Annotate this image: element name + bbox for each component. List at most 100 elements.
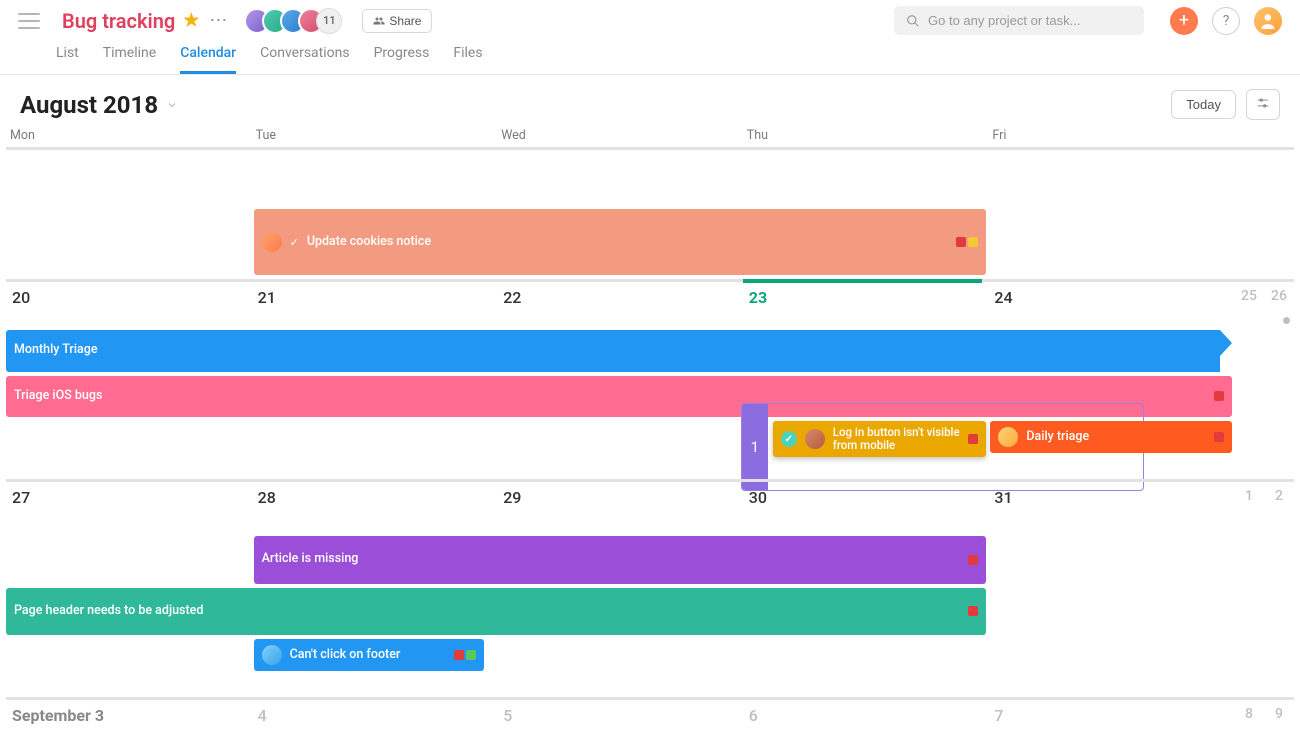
event-monthly-triage[interactable]: Monthly Triage bbox=[6, 330, 1220, 372]
day-cell-weekend[interactable]: 1 bbox=[1234, 479, 1264, 534]
tab-calendar[interactable]: Calendar bbox=[180, 45, 236, 74]
project-title: Bug tracking ★ bbox=[62, 9, 199, 33]
today-button[interactable]: Today bbox=[1171, 90, 1236, 119]
day-cell-weekend[interactable]: 9 bbox=[1264, 697, 1294, 737]
menu-icon[interactable] bbox=[18, 13, 40, 29]
today-indicator bbox=[743, 279, 983, 283]
dow-fri: Fri bbox=[988, 128, 1234, 147]
global-add-button[interactable]: + bbox=[1170, 7, 1198, 35]
member-avatars[interactable]: 11 bbox=[244, 8, 342, 34]
star-icon[interactable]: ★ bbox=[183, 10, 199, 31]
event-title: Update cookies notice bbox=[307, 235, 949, 249]
dow-thu: Thu bbox=[743, 128, 989, 147]
tag-icon bbox=[968, 434, 978, 444]
assignee-avatar bbox=[805, 429, 825, 449]
profile-avatar[interactable] bbox=[1254, 7, 1282, 35]
project-tabs: List Timeline Calendar Conversations Pro… bbox=[0, 35, 1300, 75]
event-title: Daily triage bbox=[1026, 430, 1206, 444]
day-cell-weekend[interactable]: 26 bbox=[1264, 279, 1294, 328]
tag-icon bbox=[968, 555, 978, 565]
day-cell[interactable]: 20 bbox=[6, 279, 252, 328]
dow-tue: Tue bbox=[252, 128, 498, 147]
event-triage-ios[interactable]: Triage iOS bugs bbox=[6, 376, 1232, 418]
event-daily-triage[interactable]: Daily triage bbox=[990, 421, 1232, 453]
day-cell[interactable]: 4 bbox=[252, 697, 498, 737]
dow-wed: Wed bbox=[497, 128, 743, 147]
dow-sat bbox=[1234, 128, 1264, 147]
day-cell-weekend[interactable] bbox=[1264, 147, 1294, 207]
assignee-avatar bbox=[262, 645, 282, 665]
day-cell[interactable]: 24 bbox=[988, 279, 1234, 328]
event-article-missing[interactable]: Article is missing bbox=[254, 536, 987, 584]
day-number: 26 bbox=[1271, 288, 1287, 304]
day-cell-today[interactable]: 23 bbox=[743, 279, 989, 328]
day-cell[interactable] bbox=[497, 147, 743, 207]
week-row: 27 28 29 30 31 1 2 Article is missing Pa… bbox=[6, 477, 1294, 697]
settings-icon bbox=[1255, 96, 1271, 110]
settings-button[interactable] bbox=[1246, 89, 1280, 120]
day-cell[interactable]: 27 bbox=[6, 479, 252, 534]
tab-files[interactable]: Files bbox=[453, 45, 482, 74]
search-input[interactable] bbox=[894, 6, 1144, 35]
day-cell[interactable]: 5 bbox=[497, 697, 743, 737]
day-cell[interactable]: 28 bbox=[252, 479, 498, 534]
event-update-cookies[interactable]: ✓ Update cookies notice bbox=[254, 209, 987, 275]
complete-check-icon[interactable] bbox=[781, 431, 797, 447]
assignee-avatar bbox=[998, 427, 1018, 447]
project-title-text: Bug tracking bbox=[62, 9, 175, 33]
tab-conversations[interactable]: Conversations bbox=[260, 45, 349, 74]
tag-icon bbox=[968, 606, 978, 616]
event-title: Log in button isn't visible from mobile bbox=[833, 426, 961, 452]
month-title[interactable]: August 2018 bbox=[20, 91, 178, 119]
tag-icon bbox=[968, 237, 978, 247]
assignee-avatar bbox=[262, 232, 282, 252]
chevron-down-icon bbox=[166, 99, 178, 111]
event-cant-click-footer[interactable]: Can't click on footer bbox=[254, 639, 484, 671]
day-cell[interactable]: 29 bbox=[497, 479, 743, 534]
tag-icon bbox=[956, 237, 966, 247]
event-page-header[interactable]: Page header needs to be adjusted bbox=[6, 588, 986, 636]
tag-icon bbox=[454, 650, 464, 660]
day-cell[interactable] bbox=[743, 147, 989, 207]
event-login-button[interactable]: Log in button isn't visible from mobile bbox=[773, 421, 987, 457]
tab-list[interactable]: List bbox=[56, 45, 79, 74]
month-title-text: August 2018 bbox=[20, 91, 158, 119]
day-cell[interactable]: 21 bbox=[252, 279, 498, 328]
event-title: Monthly Triage bbox=[14, 343, 1202, 357]
search-field[interactable] bbox=[928, 13, 1132, 28]
day-cell[interactable]: 7 bbox=[988, 697, 1234, 737]
day-cell-weekend[interactable]: 8 bbox=[1234, 697, 1264, 737]
day-cell[interactable]: 30 bbox=[743, 479, 989, 534]
week-row: 20 21 22 23 24 25 26 Monthly Triage Tria… bbox=[6, 277, 1294, 477]
share-button[interactable]: Share bbox=[362, 9, 432, 33]
calendar: ✓ Update cookies notice 20 21 22 23 24 2… bbox=[0, 147, 1300, 737]
help-button[interactable]: ? bbox=[1212, 7, 1240, 35]
dow-mon: Mon bbox=[6, 128, 252, 147]
day-cell-weekend[interactable]: 2 bbox=[1264, 479, 1294, 534]
week-row: September 3 4 5 6 7 8 9 bbox=[6, 697, 1294, 737]
avatar-overflow[interactable]: 11 bbox=[316, 8, 342, 34]
project-actions-icon[interactable]: ⋯ bbox=[209, 10, 228, 31]
day-cell[interactable]: September 3 bbox=[6, 697, 252, 737]
share-label: Share bbox=[389, 14, 421, 28]
search-icon bbox=[906, 14, 920, 28]
event-title: Triage iOS bugs bbox=[14, 389, 1206, 403]
event-title: Page header needs to be adjusted bbox=[14, 604, 960, 618]
tag-icon bbox=[1214, 391, 1224, 401]
dow-sun bbox=[1264, 128, 1294, 147]
day-cell-weekend[interactable]: 25 bbox=[1234, 279, 1264, 328]
day-cell[interactable] bbox=[6, 147, 252, 207]
day-cell[interactable]: 31 bbox=[988, 479, 1234, 534]
tab-timeline[interactable]: Timeline bbox=[103, 45, 156, 74]
day-cell[interactable] bbox=[988, 147, 1234, 207]
day-number: 23 bbox=[749, 288, 767, 307]
day-cell-weekend[interactable] bbox=[1234, 147, 1264, 207]
day-cell[interactable]: 22 bbox=[497, 279, 743, 328]
day-cell[interactable] bbox=[252, 147, 498, 207]
event-title: Article is missing bbox=[262, 552, 961, 566]
week-row: ✓ Update cookies notice bbox=[6, 147, 1294, 277]
tab-progress[interactable]: Progress bbox=[374, 45, 430, 74]
event-title: Can't click on footer bbox=[290, 648, 446, 662]
tag-icon bbox=[1214, 432, 1224, 442]
day-cell[interactable]: 6 bbox=[743, 697, 989, 737]
